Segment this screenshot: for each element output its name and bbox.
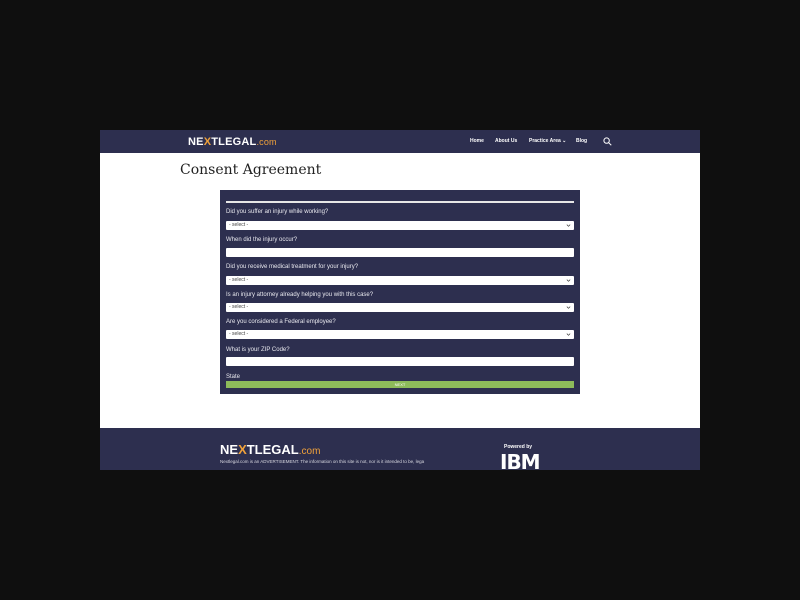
nav-blog[interactable]: Blog	[576, 138, 587, 144]
nav-practice-area[interactable]: Practice Area ⌄	[529, 138, 566, 144]
q5-label: Are you considered a Federal employee?	[226, 319, 336, 325]
q1-selected-value: - select -	[229, 222, 249, 228]
footer-logo-domain: .com	[298, 446, 321, 457]
q5-selected-value: - select -	[229, 331, 249, 337]
chevron-down-icon	[566, 333, 571, 336]
search-icon[interactable]	[603, 137, 612, 146]
chevron-down-icon	[566, 306, 571, 309]
q2-label: When did the injury occur?	[226, 237, 298, 243]
state-label: State	[226, 374, 241, 380]
q5-federal-select[interactable]: - select -	[226, 330, 574, 339]
page-title: Consent Agreement	[180, 162, 322, 178]
logo-text-start: NE	[188, 136, 204, 148]
q1-label: Did you suffer an injury while working?	[226, 209, 329, 215]
q4-label: Is an injury attorney already helping yo…	[226, 292, 374, 298]
q6-label: What is your ZIP Code?	[226, 347, 290, 353]
chevron-down-icon	[566, 279, 571, 282]
q3-treatment-select[interactable]: - select -	[226, 276, 574, 285]
q6-zip-input[interactable]	[226, 357, 574, 366]
q1-injury-select[interactable]: - select -	[226, 221, 574, 230]
q2-injury-date-input[interactable]	[226, 248, 574, 257]
ibm-logo: IBM	[500, 450, 541, 470]
footer-logo-end: TLEGAL	[246, 442, 299, 457]
logo-domain: .com	[256, 137, 277, 147]
nav-home[interactable]: Home	[470, 138, 484, 144]
site-logo[interactable]: NEXTLEGAL.com	[188, 136, 277, 148]
chevron-down-icon	[566, 224, 571, 227]
logo-text-end: TLEGAL	[211, 136, 257, 148]
q4-selected-value: - select -	[229, 304, 249, 310]
footer-logo[interactable]: NEXTLEGAL.com	[220, 442, 320, 457]
next-button[interactable]: NEXT	[226, 381, 574, 388]
browser-page: NEXTLEGAL.com Home About Us Practice Are…	[100, 130, 700, 470]
footer-logo-start: NE	[220, 442, 239, 457]
q3-selected-value: - select -	[229, 277, 249, 283]
footer-logo-x: X	[238, 442, 247, 457]
form-divider	[226, 201, 574, 203]
footer-disclaimer: Nextlegal.com is an ADVERTISEMENT. The i…	[220, 459, 425, 464]
q3-label: Did you receive medical treatment for yo…	[226, 264, 359, 270]
consent-form: Did you suffer an injury while working? …	[220, 190, 580, 394]
chevron-down-icon: ⌄	[562, 138, 567, 144]
site-header: NEXTLEGAL.com Home About Us Practice Are…	[100, 130, 700, 153]
nav-about-us[interactable]: About Us	[495, 138, 517, 144]
site-footer: NEXTLEGAL.com Nextlegal.com is an ADVERT…	[100, 428, 700, 470]
nav-practice-label: Practice Area	[529, 138, 561, 144]
q4-attorney-select[interactable]: - select -	[226, 303, 574, 312]
